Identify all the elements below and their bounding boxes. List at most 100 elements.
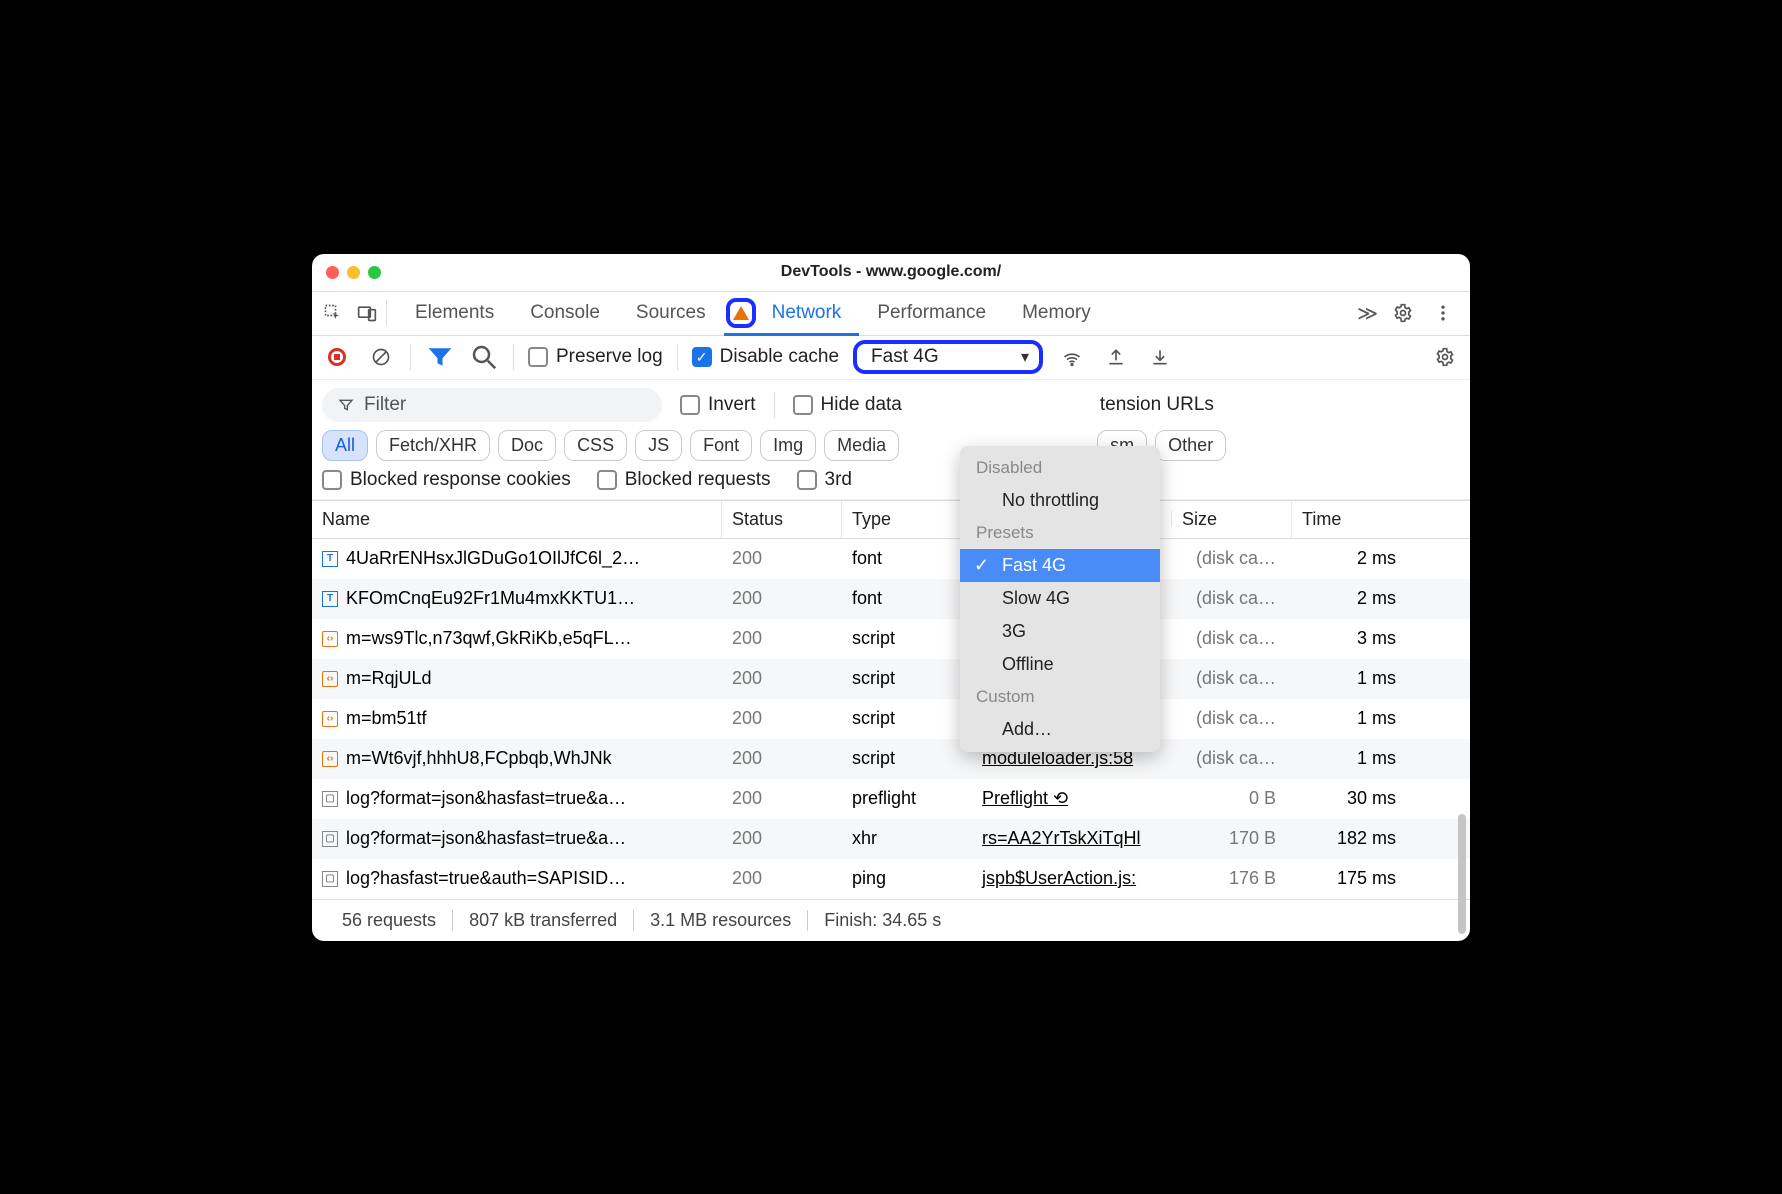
chip-fetch-xhr[interactable]: Fetch/XHR [376,430,490,461]
table-row[interactable]: ‹›m=ws9Tlc,n73qwf,GkRiKb,e5qFL…200script… [312,619,1470,659]
tab-elements[interactable]: Elements [397,292,512,335]
blocked-response-cookies-checkbox[interactable]: Blocked response cookies [322,469,571,491]
table-row[interactable]: ‹›m=bm51tf200scriptmoduleloader.js:58(di… [312,699,1470,739]
more-tabs-icon[interactable]: ≫ [1357,301,1378,326]
hide-data-urls-checkbox[interactable]: Hide data [793,394,902,416]
dd-no-throttling[interactable]: No throttling [960,484,1160,517]
table-row[interactable]: ‹›m=Wt6vjf,hhhU8,FCpbqb,WhJNk200scriptmo… [312,739,1470,779]
third-party-checkbox[interactable]: 3rd [797,469,852,491]
request-name: m=Wt6vjf,hhhU8,FCpbqb,WhJNk [346,748,612,769]
table-row[interactable]: ▢log?format=json&hasfast=true&a…200prefl… [312,779,1470,819]
dd-slow-4g[interactable]: Slow 4G [960,582,1160,615]
filter-toggle-icon[interactable] [425,342,455,372]
request-time: 30 ms [1292,788,1412,809]
clear-button[interactable] [366,342,396,372]
tab-console[interactable]: Console [512,292,618,335]
chip-media[interactable]: Media [824,430,899,461]
funnel-icon [338,397,354,413]
col-size[interactable]: Size [1172,501,1292,538]
inspect-element-icon[interactable] [318,298,348,328]
chip-doc[interactable]: Doc [498,430,556,461]
request-status: 200 [722,868,842,889]
chip-all[interactable]: All [322,430,368,461]
request-name: log?hasfast=true&auth=SAPISID… [346,868,626,889]
col-status[interactable]: Status [722,501,842,538]
table-row[interactable]: ▢log?hasfast=true&auth=SAPISID…200pingjs… [312,859,1470,899]
settings-gear-icon[interactable] [1388,298,1418,328]
request-size: 0 B [1172,788,1292,809]
throttling-select[interactable]: Fast 4G [853,340,1043,374]
panel-tabs: Elements Console Sources Network Perform… [397,292,1353,335]
titlebar: DevTools - www.google.com/ [312,254,1470,292]
close-window-button[interactable] [326,266,339,279]
tab-network[interactable]: Network [724,292,860,335]
scrollbar-thumb[interactable] [1458,814,1466,934]
request-name: log?format=json&hasfast=true&a… [346,788,626,809]
dd-add-custom[interactable]: Add… [960,713,1160,746]
request-type: script [842,668,972,689]
request-time: 2 ms [1292,588,1412,609]
request-initiator[interactable]: rs=AA2YrTskXiTqHl [972,828,1172,849]
dd-offline[interactable]: Offline [960,648,1160,681]
col-time[interactable]: Time [1292,501,1412,538]
request-size: (disk ca… [1172,668,1292,689]
blocked-requests-checkbox[interactable]: Blocked requests [597,469,771,491]
network-conditions-icon[interactable] [1057,342,1087,372]
request-type: font [842,548,972,569]
request-initiator[interactable]: Preflight ⟲ [972,788,1172,809]
request-size: (disk ca… [1172,588,1292,609]
dd-group-custom: Custom [960,681,1160,713]
preserve-log-checkbox[interactable]: Preserve log [528,346,663,368]
request-status: 200 [722,788,842,809]
request-initiator[interactable]: jspb$UserAction.js: [972,868,1172,889]
search-icon[interactable] [469,342,499,372]
network-toolbar: Preserve log ✓ Disable cache Fast 4G [312,336,1470,380]
blocked-requests-label: Blocked requests [625,469,771,491]
blocked-response-label: Blocked response cookies [350,469,571,491]
tabs-overflow: ≫ [1357,298,1464,328]
dd-fast-4g[interactable]: Fast 4G [960,549,1160,582]
dd-3g[interactable]: 3G [960,615,1160,648]
chip-js[interactable]: JS [635,430,682,461]
request-size: (disk ca… [1172,748,1292,769]
extension-urls-label: tension URLs [1100,394,1214,416]
request-type: script [842,748,972,769]
kebab-menu-icon[interactable] [1428,298,1458,328]
minimize-window-button[interactable] [347,266,360,279]
resource-script-icon: ‹› [322,671,338,687]
request-type: xhr [842,828,972,849]
invert-checkbox[interactable]: Invert [680,394,756,416]
download-har-icon[interactable] [1145,342,1175,372]
invert-label: Invert [708,394,756,416]
tab-performance[interactable]: Performance [859,292,1004,335]
chip-other[interactable]: Other [1155,430,1226,461]
disable-cache-checkbox[interactable]: ✓ Disable cache [692,346,839,368]
col-type[interactable]: Type [842,501,972,538]
filter-input[interactable]: Filter [322,388,662,422]
chip-css[interactable]: CSS [564,430,627,461]
table-row[interactable]: ▢log?format=json&hasfast=true&a…200xhrrs… [312,819,1470,859]
tab-memory[interactable]: Memory [1004,292,1109,335]
requests-table-header: Name Status Type Size Time [312,500,1470,539]
upload-har-icon[interactable] [1101,342,1131,372]
record-button[interactable] [322,342,352,372]
table-row[interactable]: T4UaRrENHsxJlGDuGo1OIlJfC6l_2…200fontn3:… [312,539,1470,579]
table-row[interactable]: ‹›m=RqjULd200script58(disk ca…1 ms [312,659,1470,699]
col-name[interactable]: Name [312,501,722,538]
request-time: 175 ms [1292,868,1412,889]
chip-img[interactable]: Img [760,430,816,461]
network-settings-gear-icon[interactable] [1430,342,1460,372]
request-time: 3 ms [1292,628,1412,649]
status-bar: 56 requests 807 kB transferred 3.1 MB re… [312,899,1470,941]
device-toolbar-icon[interactable] [352,298,382,328]
request-name: m=ws9Tlc,n73qwf,GkRiKb,e5qFL… [346,628,632,649]
chip-font[interactable]: Font [690,430,752,461]
checkbox-unchecked-icon [528,347,548,367]
maximize-window-button[interactable] [368,266,381,279]
request-name: KFOmCnqEu92Fr1Mu4mxKKTU1… [346,588,635,609]
dd-group-disabled: Disabled [960,452,1160,484]
table-row[interactable]: TKFOmCnqEu92Fr1Mu4mxKKTU1…200fontn3:(dis… [312,579,1470,619]
tab-network-label: Network [772,302,842,324]
status-resources: 3.1 MB resources [633,910,807,931]
tab-sources[interactable]: Sources [618,292,724,335]
